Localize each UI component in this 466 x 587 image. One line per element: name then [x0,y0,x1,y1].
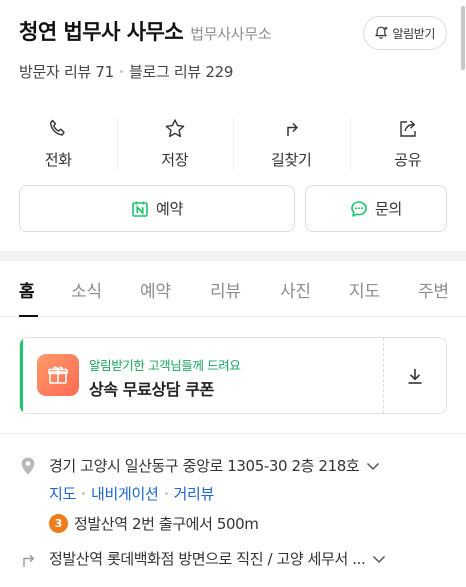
directions-row[interactable]: 정발산역 롯데백화점 방면으로 직진 / 고양 세무서 ... [19,548,386,569]
notify-button[interactable]: 알림받기 [363,16,447,50]
share-icon [400,120,416,137]
separator-dot [119,70,123,73]
download-icon [408,368,422,384]
tab-photos[interactable]: 사진 [280,277,311,302]
chevron-down-icon [367,462,380,470]
call-button[interactable]: 전화 [0,114,117,176]
section-divider [0,251,466,261]
turn-arrow-icon [23,554,35,567]
subway-distance: 정발산역 2번 출구에서 500m [74,515,259,533]
active-tab-indicator [19,315,38,317]
scrollbar-thumb[interactable] [461,6,465,70]
directions-label: 길찾기 [270,151,312,169]
tab-news[interactable]: 소식 [71,277,102,302]
separator-dot [82,492,86,495]
primary-buttons: 예약 문의 [19,185,447,232]
map-link[interactable]: 지도 [49,483,76,504]
location-pin-icon [21,457,35,474]
bell-plus-icon [375,26,388,39]
action-bar: 전화 저장 길찾기 공유 [0,114,466,176]
save-button[interactable]: 저장 [116,114,234,176]
coupon-subtitle: 알림받기한 고객님들께 드려요 [89,358,241,373]
directions-icon [287,122,298,136]
coupon-download-button[interactable] [384,338,446,413]
address-section: 경기 고양시 일산동구 중앙로 1305-30 2층 218호 지도 내비게이션… [19,455,449,534]
tab-map[interactable]: 지도 [349,277,380,302]
notify-label: 알림받기 [392,26,435,41]
tab-reservation[interactable]: 예약 [140,277,171,302]
reserve-button[interactable]: 예약 [19,185,295,232]
chevron-down-icon [373,555,386,563]
inquiry-button[interactable]: 문의 [305,185,447,232]
gift-icon [37,354,79,396]
tab-home[interactable]: 홈 [19,277,35,302]
visitor-review-count[interactable]: 방문자 리뷰 71 [19,61,114,82]
directions-button[interactable]: 길찾기 [233,114,350,176]
address-links: 지도 내비게이션 거리뷰 [49,483,449,504]
address-line[interactable]: 경기 고양시 일산동구 중앙로 1305-30 2층 218호 [19,455,449,476]
address-text: 경기 고양시 일산동구 중앙로 1305-30 2층 218호 [49,457,360,475]
separator-dot [164,492,168,495]
share-label: 공유 [394,151,422,169]
street-view-link[interactable]: 거리뷰 [174,483,215,504]
call-label: 전화 [44,151,72,169]
coupon-title: 상속 무료상담 쿠폰 [89,380,214,399]
blog-review-count[interactable]: 블로그 리뷰 229 [129,61,233,82]
directions-text: 정발산역 롯데백화점 방면으로 직진 / 고양 세무서 ... [49,550,366,568]
share-button[interactable]: 공유 [349,114,466,176]
subway-line-badge: 3 [49,514,68,533]
tab-reviews[interactable]: 리뷰 [210,277,241,302]
tab-bar: 홈 소식 예약 리뷰 사진 지도 주변 [0,261,466,317]
navigation-link[interactable]: 내비게이션 [91,483,159,504]
title-row: 청연 법무사 사무소 법무사사무소 [19,16,272,46]
reserve-label: 예약 [155,200,183,218]
subway-info: 3 정발산역 2번 출구에서 500m [49,513,449,534]
coupon-body: 알림받기한 고객님들께 드려요 상속 무료상담 쿠폰 [23,338,384,413]
place-header: 청연 법무사 사무소 법무사사무소 알림받기 방문자 리뷰 71 블로그 리뷰 … [0,0,466,100]
tab-nearby[interactable]: 주변 [418,277,449,302]
save-label: 저장 [161,151,189,169]
coupon-card[interactable]: 알림받기한 고객님들께 드려요 상속 무료상담 쿠폰 [19,337,447,414]
place-category: 법무사사무소 [190,25,272,43]
star-icon [165,119,185,138]
inquiry-label: 문의 [374,200,402,218]
review-summary: 방문자 리뷰 71 블로그 리뷰 229 [19,61,233,82]
phone-icon [50,119,65,136]
naver-booking-icon [132,201,148,217]
place-name: 청연 법무사 사무소 [19,20,184,44]
info-divider [0,433,466,434]
chat-bubble-icon [351,200,367,217]
